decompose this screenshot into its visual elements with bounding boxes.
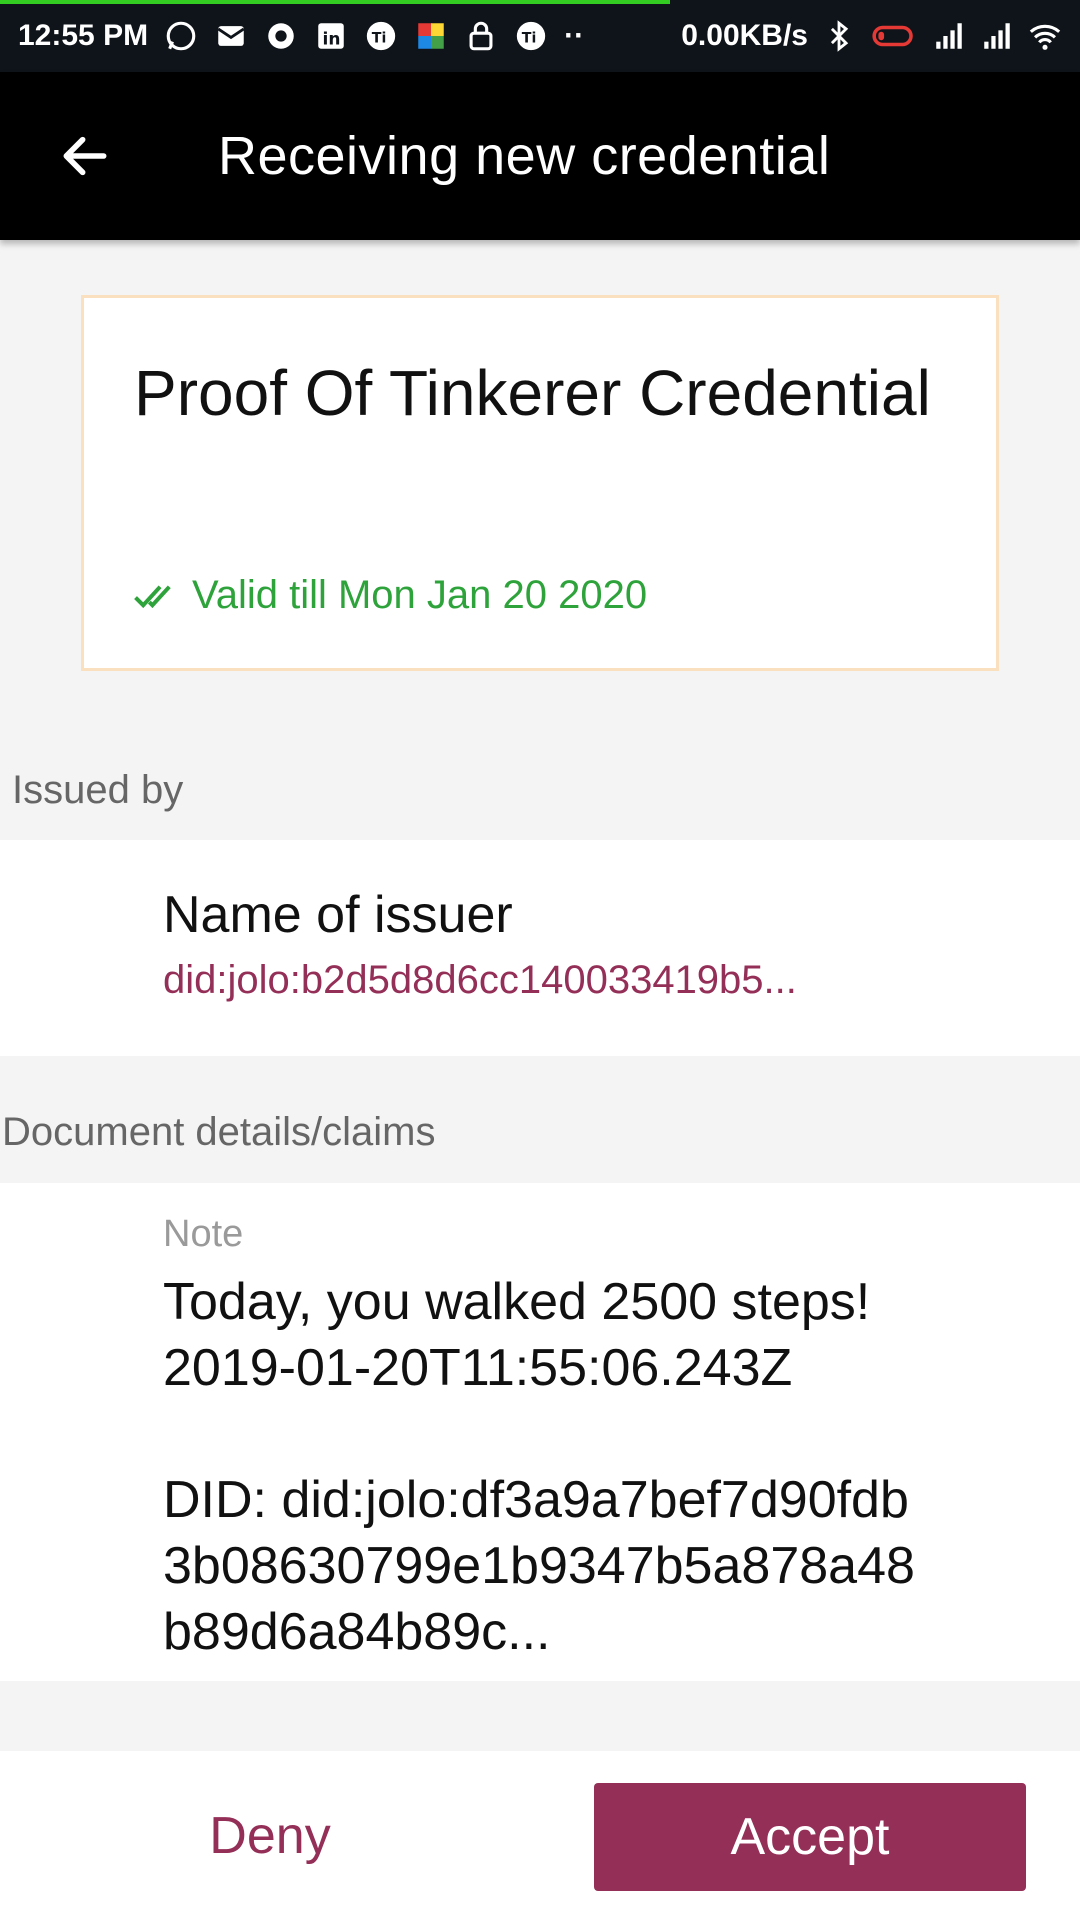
ti-icon: Ti bbox=[516, 21, 546, 51]
svg-text:in: in bbox=[323, 30, 341, 50]
deny-button[interactable]: Deny bbox=[0, 1751, 540, 1920]
color-palette-icon bbox=[418, 23, 444, 49]
issuer-did: did:jolo:b2d5d8d6cc140033419b5... bbox=[163, 958, 797, 1002]
ti-icon: Ti bbox=[366, 21, 396, 51]
more-dots-icon: ·· bbox=[564, 19, 585, 52]
status-bar: 12:55 PM in Ti Ti ·· 0.00KB/s bbox=[0, 0, 1080, 72]
chrome-icon bbox=[268, 23, 294, 49]
claim-value: Today, you walked 2500 steps! 2019-01-20… bbox=[163, 1273, 915, 1661]
double-check-icon bbox=[134, 584, 171, 608]
status-time: 12:55 PM bbox=[18, 19, 149, 52]
linkedin-icon: in bbox=[318, 23, 344, 50]
battery-icon bbox=[872, 25, 913, 47]
signal-icon bbox=[984, 23, 1010, 49]
mail-icon bbox=[217, 26, 245, 46]
bluetooth-icon bbox=[830, 20, 849, 52]
signal-icon bbox=[936, 23, 962, 49]
page-title: Receiving new credential bbox=[218, 126, 831, 186]
svg-text:Ti: Ti bbox=[522, 30, 537, 46]
panel-gap bbox=[0, 1681, 1080, 1751]
validity-text: Valid till Mon Jan 20 2020 bbox=[192, 573, 648, 617]
action-bar: Deny Accept bbox=[0, 1751, 1080, 1920]
credential-card: Proof Of Tinkerer Credential Valid till … bbox=[81, 295, 999, 671]
credential-title: Proof Of Tinkerer Credential bbox=[134, 357, 931, 429]
svg-text:Ti: Ti bbox=[372, 30, 387, 46]
issuer-panel: Name of issuer did:jolo:b2d5d8d6cc140033… bbox=[0, 840, 1080, 1056]
wifi-icon bbox=[1029, 24, 1061, 50]
claims-section-label: Document details/claims bbox=[2, 1110, 436, 1154]
arrow-left-icon bbox=[63, 136, 107, 176]
lock-icon bbox=[469, 21, 493, 51]
claims-panel[interactable]: Note Today, you walked 2500 steps! 2019-… bbox=[0, 1183, 1080, 1681]
app-bar: Receiving new credential bbox=[0, 72, 1080, 240]
back-button[interactable] bbox=[0, 72, 170, 240]
validity-row: Valid till Mon Jan 20 2020 bbox=[134, 573, 647, 618]
load-progress-bar bbox=[0, 0, 670, 4]
claim-label: Note bbox=[163, 1213, 244, 1255]
issuer-name: Name of issuer bbox=[163, 886, 513, 944]
accept-button[interactable]: Accept bbox=[594, 1783, 1026, 1891]
net-speed: 0.00KB/s bbox=[681, 19, 808, 52]
whatsapp-icon bbox=[166, 21, 196, 51]
issued-by-label: Issued by bbox=[12, 768, 184, 812]
